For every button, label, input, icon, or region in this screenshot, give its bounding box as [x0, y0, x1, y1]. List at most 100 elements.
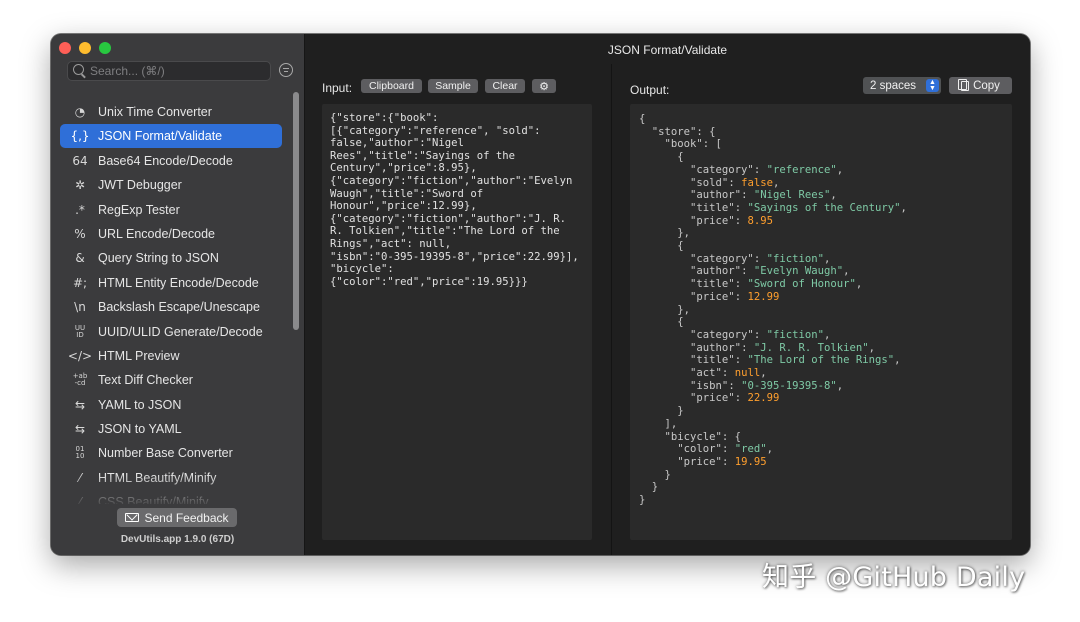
minimize-window-button[interactable]: [79, 42, 91, 54]
sidebar-item[interactable]: ✲ JWT Debugger: [60, 173, 282, 197]
sidebar-item[interactable]: ◔ Unix Time Converter: [60, 100, 282, 124]
backslash-n-icon: \n: [74, 300, 86, 315]
window-controls: [59, 42, 111, 54]
sidebar-item[interactable]: % URL Encode/Decode: [60, 222, 282, 246]
tool-list: ◔ Unix Time Converter {,} JSON Format/Valid…: [60, 100, 282, 504]
diff-icon: +ab -cd: [72, 372, 88, 388]
output-line: "sold": false,: [690, 176, 780, 189]
uuid-icon: UU ID: [74, 323, 86, 339]
sidebar-item-label: HTML Entity Encode/Decode: [98, 275, 259, 290]
output-line: },: [639, 303, 691, 316]
sidebar-item-label: JSON to YAML: [98, 422, 182, 437]
regexp-icon: .*: [75, 202, 85, 217]
sidebar-item-label: Number Base Converter: [98, 446, 233, 461]
input-editor[interactable]: {"store":{"book": [{"category":"referenc…: [322, 104, 592, 540]
main-area: JSON Format/Validate Input: Clipboard Sa…: [305, 34, 1030, 555]
output-line: }: [639, 405, 684, 418]
output-viewer[interactable]: { "store": { "book": [ { "category": "re…: [630, 104, 1012, 540]
sidebar-fade: [51, 474, 304, 508]
copy-button[interactable]: Copy: [949, 77, 1012, 94]
output-line: "color": "red",: [677, 443, 773, 456]
output-text[interactable]: { "store": { "book": [ { "category": "re…: [639, 113, 907, 507]
copy-label: Copy: [973, 79, 1000, 92]
sidebar-item-label: YAML to JSON: [98, 397, 182, 412]
sidebar-item-label: JSON Format/Validate: [98, 129, 223, 144]
convert-arrows-icon: ⇆: [74, 397, 86, 412]
output-line: }: [639, 468, 671, 481]
sidebar-item-label: Backslash Escape/Unescape: [98, 300, 260, 315]
output-line: "author": "Evelyn Waugh",: [690, 265, 850, 278]
code-brackets-icon: </>: [67, 348, 93, 363]
jwt-icon: ✲: [74, 178, 86, 193]
input-text[interactable]: {"store":{"book": [{"category":"referenc…: [330, 112, 579, 288]
percent-icon: %: [74, 226, 86, 241]
sidebar-item-label: URL Encode/Decode: [98, 226, 215, 241]
sidebar-item[interactable]: UU ID UUID/ULID Generate/Decode: [60, 320, 282, 344]
sidebar-item[interactable]: {,} JSON Format/Validate: [60, 124, 282, 149]
copy-icon: [958, 78, 970, 91]
number-base-icon: 01 10: [75, 445, 85, 461]
zoom-window-button[interactable]: [99, 42, 111, 54]
sidebar-item-label: RegExp Tester: [98, 202, 180, 217]
output-line: ],: [639, 417, 678, 430]
output-line: {: [639, 113, 646, 125]
sidebar-item-label: Base64 Encode/Decode: [98, 153, 233, 168]
sidebar-item[interactable]: #; HTML Entity Encode/Decode: [60, 271, 282, 295]
app-version: DevUtils.app 1.9.0 (67D): [120, 534, 235, 545]
sidebar-item[interactable]: +ab -cd Text Diff Checker: [60, 368, 282, 392]
sidebar-item[interactable]: ⇆ JSON to YAML: [60, 417, 282, 441]
sidebar-item-label: Unix Time Converter: [98, 105, 212, 119]
sidebar-item[interactable]: ⇆ YAML to JSON: [60, 393, 282, 417]
output-line: {: [639, 151, 684, 164]
close-window-button[interactable]: [59, 42, 71, 54]
output-line: "title": "Sword of Honour",: [690, 278, 863, 291]
output-line: {: [639, 316, 684, 329]
sidebar-item[interactable]: & Query String to JSON: [60, 246, 282, 270]
output-line: "category": "fiction",: [690, 252, 831, 265]
sidebar-item-label: UUID/ULID Generate/Decode: [98, 324, 263, 339]
clipboard-button[interactable]: Clipboard: [361, 79, 422, 93]
hash-semicolon-icon: #;: [72, 275, 88, 290]
send-feedback-button[interactable]: Send Feedback: [117, 508, 237, 527]
sidebar-item-label: Text Diff Checker: [98, 373, 193, 388]
sidebar-item[interactable]: 01 10 Number Base Converter: [60, 441, 282, 465]
sidebar-item[interactable]: .* RegExp Tester: [60, 198, 282, 222]
search-icon: [73, 64, 84, 75]
output-line: "isbn": "0-395-19395-8",: [690, 379, 844, 392]
output-line: "category": "fiction",: [690, 328, 831, 341]
gear-icon: ⚙: [539, 79, 549, 93]
filter-icon[interactable]: [279, 63, 293, 77]
settings-button[interactable]: ⚙: [532, 79, 556, 93]
output-line: },: [639, 227, 691, 240]
chevron-updown-icon: ▲ ▼: [926, 79, 939, 92]
clock-icon: ◔: [74, 105, 86, 119]
output-line: "title": "Sayings of the Century",: [690, 201, 907, 214]
app-window: ◔ Unix Time Converter {,} JSON Format/Valid…: [51, 34, 1030, 555]
output-line: "price": 8.95: [690, 214, 773, 227]
json-braces-icon: {,}: [70, 129, 90, 144]
output-label: Output:: [630, 83, 670, 97]
sidebar-item[interactable]: 64 Base64 Encode/Decode: [60, 149, 282, 173]
sidebar-scrollbar[interactable]: [293, 92, 299, 330]
ampersand-icon: &: [75, 251, 85, 266]
output-line: "title": "The Lord of the Rings",: [690, 354, 901, 367]
indent-select[interactable]: 2 spaces ▲ ▼: [863, 77, 941, 94]
output-line: "category": "reference",: [690, 163, 844, 176]
output-line: }: [639, 481, 659, 494]
convert-arrows-icon: ⇆: [74, 422, 86, 437]
input-label: Input:: [322, 81, 353, 95]
search-field[interactable]: [67, 61, 271, 81]
sidebar-item[interactable]: </> HTML Preview: [60, 344, 282, 368]
output-line: "store": {: [651, 125, 716, 138]
output-line: {: [639, 240, 684, 253]
panel-divider[interactable]: [611, 64, 612, 555]
clear-button[interactable]: Clear: [485, 79, 525, 93]
output-line: "act": null,: [690, 367, 767, 380]
output-line: }: [639, 494, 646, 507]
search-input[interactable]: [90, 62, 260, 80]
envelope-icon: [125, 513, 140, 522]
base64-icon: 64: [72, 153, 88, 168]
sidebar-item[interactable]: \n Backslash Escape/Unescape: [60, 295, 282, 319]
sidebar-item-label: HTML Preview: [98, 348, 180, 363]
sample-button[interactable]: Sample: [428, 79, 478, 93]
